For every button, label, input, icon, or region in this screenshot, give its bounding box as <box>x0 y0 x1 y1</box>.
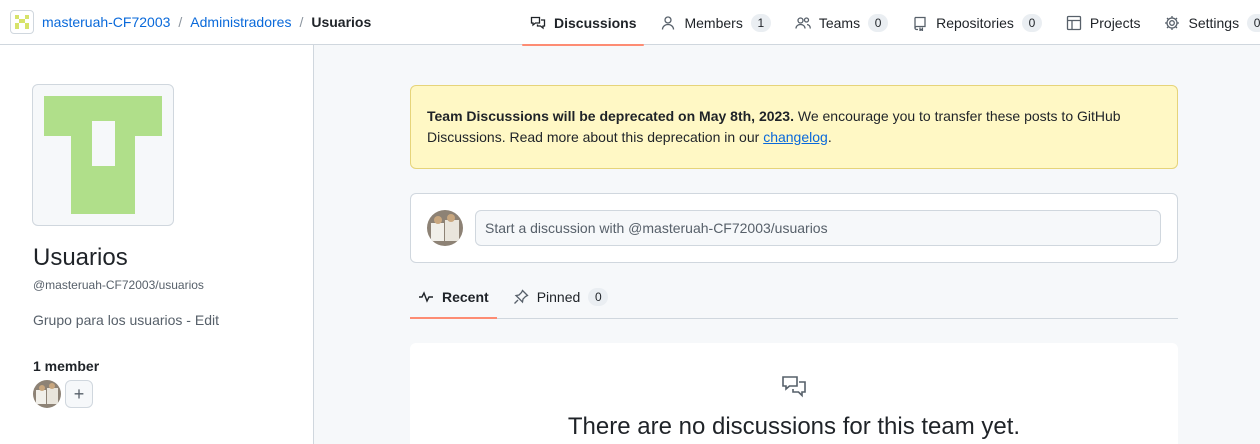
tab-label: Teams <box>818 14 861 31</box>
repositories-counter: 0 <box>1021 13 1042 32</box>
discussion-composer <box>410 193 1178 263</box>
tab-label: Members <box>684 14 743 31</box>
teams-counter: 0 <box>868 13 889 32</box>
tab-label: Recent <box>442 288 489 305</box>
identicon-icon <box>15 15 29 29</box>
repo-icon <box>912 15 928 31</box>
gear-icon <box>1164 15 1180 31</box>
team-description[interactable]: Grupo para los usuarios - Edit <box>33 312 219 328</box>
comment-discussion-icon <box>781 374 807 400</box>
tab-teams[interactable]: Teams 0 <box>787 0 896 45</box>
user-avatar <box>427 210 463 246</box>
member-avatar[interactable] <box>33 380 61 408</box>
breadcrumb-parent-team-link[interactable]: Administradores <box>190 14 291 30</box>
tab-settings[interactable]: Settings 0 <box>1156 0 1260 45</box>
team-tabs: Discussions Members 1 Teams 0 Repositori… <box>522 0 1260 46</box>
team-avatar <box>32 84 174 226</box>
tab-recent[interactable]: Recent <box>410 275 497 319</box>
tab-projects[interactable]: Projects <box>1058 0 1149 45</box>
add-member-button[interactable]: + <box>65 380 93 408</box>
team-identicon-icon <box>44 96 162 214</box>
breadcrumb-org-link[interactable]: masteruah-CF72003 <box>42 14 170 30</box>
tab-label: Pinned <box>536 288 581 305</box>
table-icon <box>1066 15 1082 31</box>
blankslate-title: There are no discussions for this team y… <box>567 413 1021 440</box>
tab-discussions[interactable]: Discussions <box>522 0 645 46</box>
tab-repositories[interactable]: Repositories 0 <box>904 0 1050 45</box>
pulse-icon <box>418 289 434 305</box>
pinned-counter: 0 <box>588 287 609 306</box>
tab-label: Discussions <box>554 14 637 31</box>
breadcrumb-separator: / <box>299 14 304 30</box>
flash-end: . <box>827 129 832 145</box>
avatar-photo-icon <box>33 380 61 408</box>
tab-pinned[interactable]: Pinned 0 <box>505 275 617 318</box>
blankslate: There are no discussions for this team y… <box>410 343 1178 444</box>
team-name: Usuarios <box>33 244 128 271</box>
tab-label: Repositories <box>936 14 1014 31</box>
settings-counter: 0 <box>1247 13 1260 32</box>
pin-icon <box>513 288 529 305</box>
tab-members[interactable]: Members 1 <box>652 0 778 45</box>
people-icon <box>795 15 811 31</box>
org-avatar[interactable] <box>10 10 34 34</box>
comment-discussion-icon <box>530 15 546 31</box>
breadcrumb-current-team: Usuarios <box>311 14 372 30</box>
team-sidebar: Usuarios @masteruah-CF72003/usuarios Gru… <box>0 45 314 444</box>
start-discussion-input[interactable] <box>475 210 1161 246</box>
breadcrumb: masteruah-CF72003 / Administradores / Us… <box>0 10 371 34</box>
tab-label: Projects <box>1089 14 1141 31</box>
avatar-photo-icon <box>427 210 463 246</box>
changelog-link[interactable]: changelog <box>763 129 828 145</box>
discussion-filter-tabs: Recent Pinned 0 <box>410 275 1178 319</box>
deprecation-flash: Team Discussions will be deprecated on M… <box>410 85 1178 169</box>
flash-bold-text: Team Discussions will be deprecated on M… <box>427 108 794 124</box>
team-handle: @masteruah-CF72003/usuarios <box>33 278 204 292</box>
tab-label: Settings <box>1188 14 1240 31</box>
members-counter: 1 <box>750 13 771 32</box>
breadcrumb-separator: / <box>178 14 183 30</box>
person-icon <box>660 15 676 31</box>
members-count-heading[interactable]: 1 member <box>33 358 99 374</box>
team-header: masteruah-CF72003 / Administradores / Us… <box>0 0 1260 46</box>
